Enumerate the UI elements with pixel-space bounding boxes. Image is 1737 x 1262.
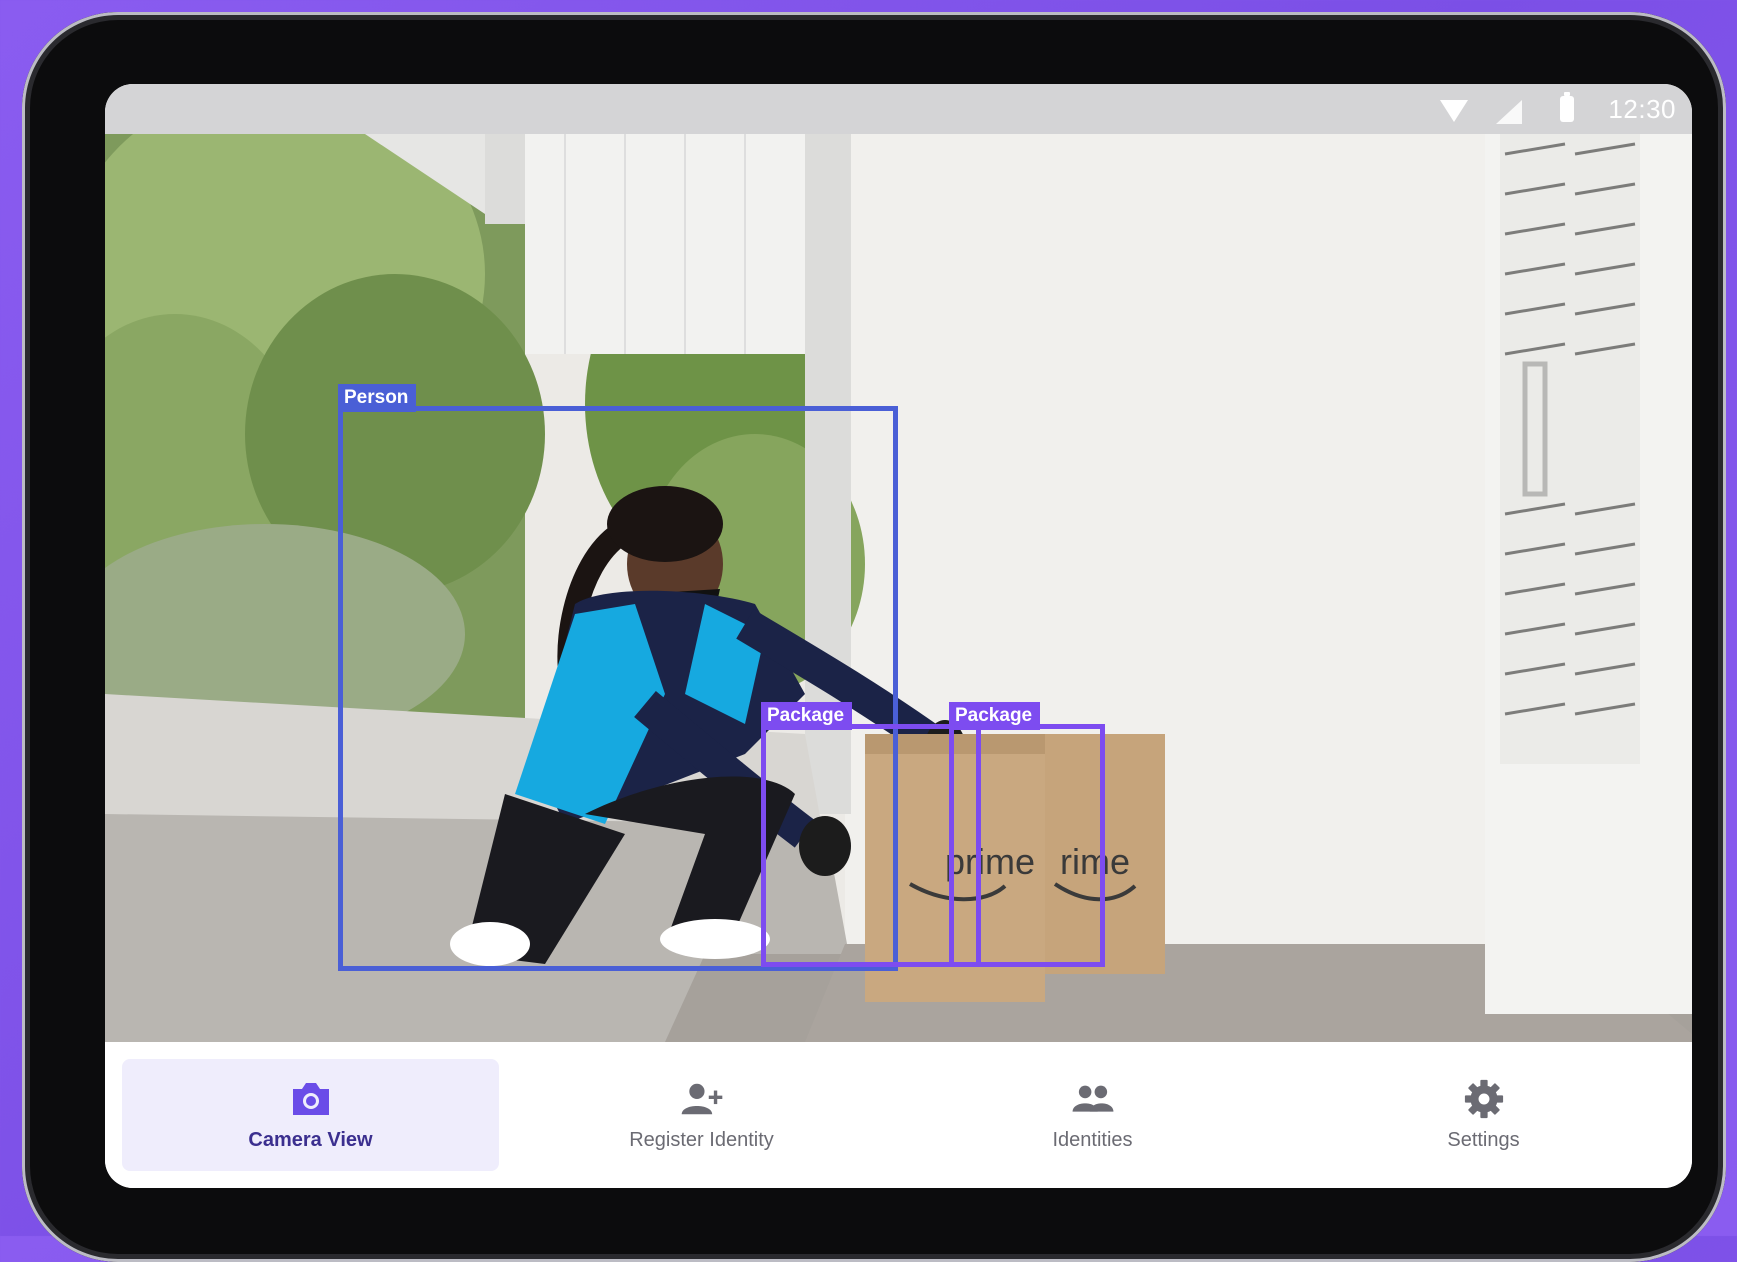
package-bounding-box [949,724,1105,967]
package-label: Package [949,702,1041,730]
people-icon [1072,1085,1113,1112]
tab-camera-view[interactable]: Camera View [122,1059,499,1171]
package-bounding-box [761,724,981,967]
person-add-icon [681,1083,722,1114]
tab-label: Identities [1052,1128,1133,1151]
signal-icon [1496,94,1526,124]
gear-icon [1464,1079,1503,1118]
status-bar: 12:30 [105,84,1692,134]
tab-settings[interactable]: Settings [1295,1059,1672,1171]
tab-label: Settings [1447,1128,1520,1151]
tablet-frame: 12:30 prime rime Person Package Package … [22,12,1726,1262]
tab-label: Register Identity [629,1128,774,1151]
camera-feed: prime rime Person Package Package [105,134,1692,1042]
battery-icon [1552,92,1582,124]
package-label: Package [761,702,853,730]
bottom-nav: Camera View Register Identity Identities… [105,1042,1692,1188]
status-time: 12:30 [1608,93,1676,124]
tab-register-identity[interactable]: Register Identity [513,1059,890,1171]
tab-label: Camera View [248,1128,373,1151]
tab-identities[interactable]: Identities [904,1059,1281,1171]
wifi-icon [1440,94,1470,124]
camera-icon [292,1082,329,1115]
screen: 12:30 prime rime Person Package Package … [105,84,1692,1188]
person-label: Person [338,384,417,412]
